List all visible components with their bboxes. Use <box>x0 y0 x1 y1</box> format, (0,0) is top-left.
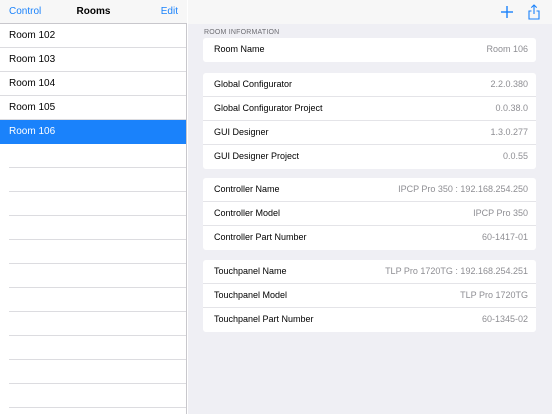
room-label: Room 104 <box>9 78 56 89</box>
row-label: GUI Designer <box>214 127 269 137</box>
row-label: Controller Name <box>214 184 280 194</box>
row-value: 1.3.0.277 <box>490 127 528 137</box>
room-list-item-106-selected[interactable]: Room 106 <box>0 120 186 144</box>
row-value: TLP Pro 1720TG : 192.168.254.251 <box>385 266 528 276</box>
gui-designer-row: GUI Designer 1.3.0.277 <box>203 121 536 145</box>
row-value: 60-1417-01 <box>481 232 528 242</box>
row-value: TLP Pro 1720TG <box>460 290 528 300</box>
empty-list-row <box>9 240 186 264</box>
share-icon[interactable] <box>527 4 541 20</box>
empty-list-row <box>9 312 186 336</box>
touchpanel-group: Touchpanel Name TLP Pro 1720TG : 192.168… <box>203 260 536 332</box>
room-list-item-105[interactable]: Room 105 <box>0 96 186 120</box>
empty-list-row <box>9 360 186 384</box>
controller-name-row: Controller Name IPCP Pro 350 : 192.168.2… <box>203 178 536 202</box>
room-label: Room 105 <box>9 102 56 113</box>
gui-designer-project-row: GUI Designer Project 0.0.55 <box>203 145 536 169</box>
row-value: 0.0.55 <box>502 151 528 161</box>
room-list-item-102[interactable]: Room 102 <box>0 24 186 48</box>
room-detail-pane: ROOM INFORMATION Room Name Room 106 Glob… <box>188 0 552 414</box>
row-label: GUI Designer Project <box>214 151 300 161</box>
rooms-title: Rooms <box>76 6 111 17</box>
empty-list-row <box>9 264 186 288</box>
edit-button[interactable]: Edit <box>161 6 178 17</box>
room-list-item-103[interactable]: Room 103 <box>0 48 186 72</box>
row-value: Room 106 <box>486 44 528 54</box>
room-list: Room 102 Room 103 Room 104 Room 105 Room… <box>0 24 186 408</box>
row-label: Global Configurator <box>214 79 293 89</box>
room-information-header: ROOM INFORMATION <box>204 29 280 36</box>
room-name-row: Room Name Room 106 <box>203 38 536 62</box>
empty-list-row <box>9 144 186 168</box>
empty-list-row <box>9 168 186 192</box>
empty-list-row <box>9 336 186 360</box>
detail-navigation-bar <box>188 0 552 24</box>
room-label: Room 106 <box>9 126 56 137</box>
controller-group: Controller Name IPCP Pro 350 : 192.168.2… <box>203 178 536 250</box>
row-label: Touchpanel Name <box>214 266 287 276</box>
rooms-master-pane: Control Rooms Edit Room 102 Room 103 Roo… <box>0 0 187 414</box>
row-label: Touchpanel Part Number <box>214 314 314 324</box>
row-value: 2.2.0.380 <box>490 79 528 89</box>
software-version-group: Global Configurator 2.2.0.380 Global Con… <box>203 73 536 169</box>
row-label: Controller Part Number <box>214 232 307 242</box>
row-label: Touchpanel Model <box>214 290 288 300</box>
controller-part-number-row: Controller Part Number 60-1417-01 <box>203 226 536 250</box>
room-list-item-104[interactable]: Room 104 <box>0 72 186 96</box>
room-name-group: Room Name Room 106 <box>203 38 536 62</box>
row-value: IPCP Pro 350 <box>473 208 528 218</box>
empty-list-row <box>9 384 186 408</box>
room-label: Room 102 <box>9 30 56 41</box>
row-value: IPCP Pro 350 : 192.168.254.250 <box>398 184 528 194</box>
empty-list-row <box>9 216 186 240</box>
touchpanel-name-row: Touchpanel Name TLP Pro 1720TG : 192.168… <box>203 260 536 284</box>
row-label: Global Configurator Project <box>214 103 323 113</box>
global-configurator-row: Global Configurator 2.2.0.380 <box>203 73 536 97</box>
row-value: 0.0.38.0 <box>495 103 528 113</box>
row-label: Room Name <box>214 44 265 54</box>
row-label: Controller Model <box>214 208 281 218</box>
plus-icon[interactable] <box>499 4 515 20</box>
touchpanel-model-row: Touchpanel Model TLP Pro 1720TG <box>203 284 536 308</box>
room-label: Room 103 <box>9 54 56 65</box>
empty-list-row <box>9 192 186 216</box>
empty-list-row <box>9 288 186 312</box>
global-configurator-project-row: Global Configurator Project 0.0.38.0 <box>203 97 536 121</box>
row-value: 60-1345-02 <box>481 314 528 324</box>
touchpanel-part-number-row: Touchpanel Part Number 60-1345-02 <box>203 308 536 332</box>
controller-model-row: Controller Model IPCP Pro 350 <box>203 202 536 226</box>
master-navigation-bar: Control Rooms Edit <box>0 0 187 24</box>
